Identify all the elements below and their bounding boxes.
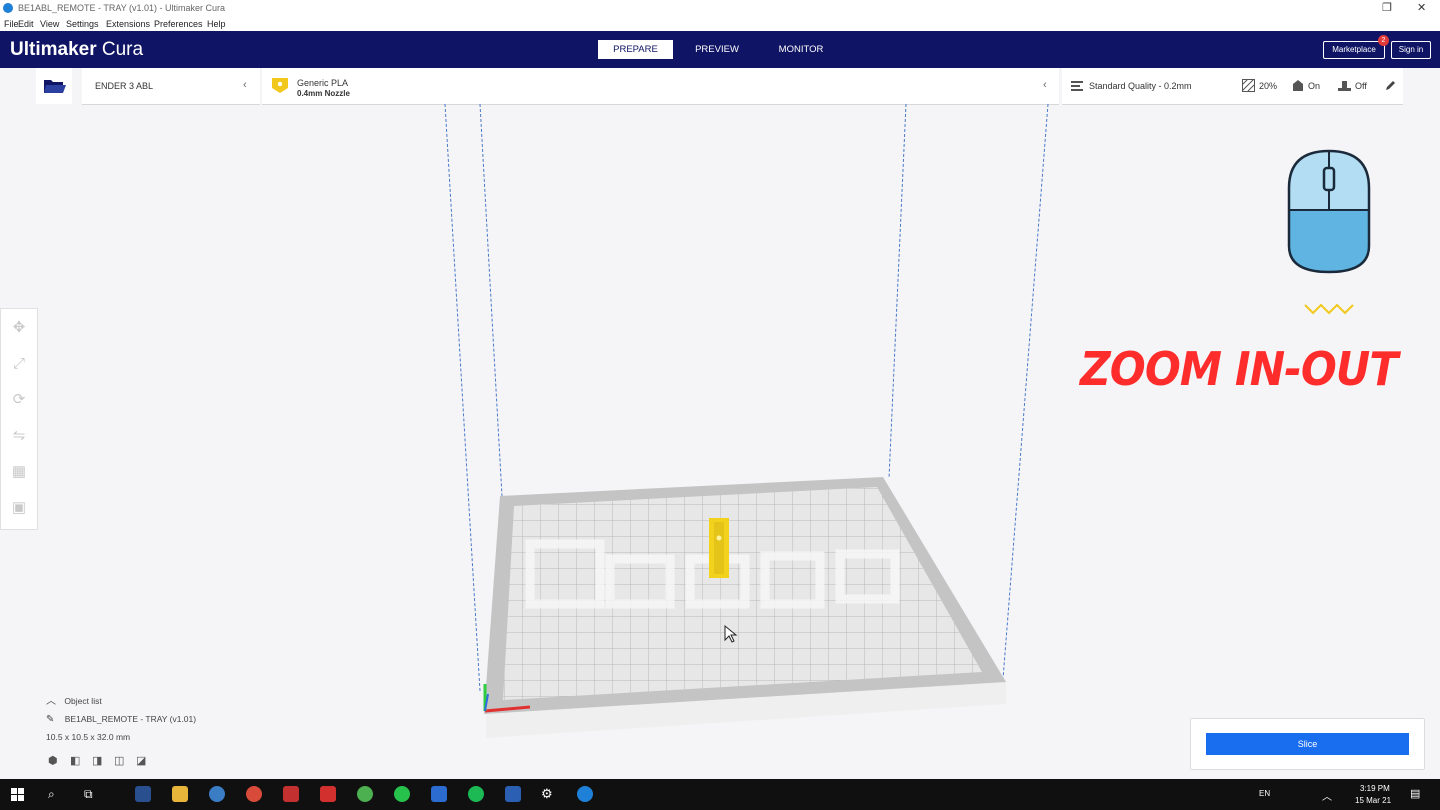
close-icon[interactable]: ✕	[1417, 1, 1426, 14]
mail-icon[interactable]	[431, 786, 447, 802]
network-app-icon[interactable]	[209, 786, 225, 802]
view-left-icon[interactable]: ◫	[114, 754, 124, 767]
object-name: BE1ABL_REMOTE - TRAY (v1.01)	[64, 714, 197, 724]
search-icon[interactable]: ⌕	[48, 787, 55, 802]
extruder-icon	[272, 78, 288, 93]
object-name-row[interactable]: ✎ BE1ABL_REMOTE - TRAY (v1.01)	[46, 714, 246, 725]
line-icon[interactable]	[394, 786, 410, 802]
marketplace-badge: 2	[1378, 35, 1389, 46]
mirror-tool-icon[interactable]: ⇋	[8, 425, 30, 447]
menu-preferences[interactable]: Preferences	[154, 19, 203, 29]
pencil-icon: ✎	[46, 714, 55, 725]
menu-bar: File Edit View Settings Extensions Prefe…	[0, 16, 1440, 31]
edit-pencil-icon[interactable]	[1384, 80, 1396, 92]
cura-taskbar-icon[interactable]	[577, 786, 593, 802]
3d-viewport[interactable]	[0, 104, 1440, 779]
mouse-icon	[1287, 149, 1371, 274]
view-right-icon[interactable]: ◪	[136, 754, 146, 767]
chevron-left-icon[interactable]: ‹	[243, 79, 247, 91]
tab-prepare[interactable]: PREPARE	[598, 40, 673, 59]
print-settings-panel[interactable]: Standard Quality - 0.2mm 20% On Off	[1062, 68, 1403, 105]
cura-app-icon	[3, 3, 13, 13]
photoshop-icon[interactable]	[135, 786, 151, 802]
tab-preview[interactable]: PREVIEW	[684, 40, 750, 59]
material-name: Generic PLA	[297, 78, 349, 88]
word-icon[interactable]	[505, 786, 521, 802]
printer-selector[interactable]: ENDER 3 ABL ‹	[82, 68, 260, 105]
support-icon	[1293, 80, 1303, 91]
adhesion-value: Off	[1355, 81, 1367, 91]
menu-settings[interactable]: Settings	[66, 19, 99, 29]
view-3d-icon[interactable]: ⬢	[48, 754, 58, 767]
adhesion-icon	[1338, 81, 1351, 91]
cura-logo: Ultimaker Cura	[10, 39, 144, 60]
tab-monitor[interactable]: MONITOR	[766, 40, 836, 59]
app-dark-red-icon[interactable]	[283, 786, 299, 802]
per-model-settings-icon[interactable]: ▦	[8, 461, 30, 483]
sign-in-button[interactable]: Sign in	[1391, 41, 1431, 59]
notification-icon[interactable]: ▤	[1410, 787, 1420, 800]
menu-edit[interactable]: Edit	[18, 19, 34, 29]
file-explorer-icon[interactable]	[172, 786, 188, 802]
slice-button[interactable]: Slice	[1206, 733, 1409, 755]
clock-date[interactable]: 15 Mar 21	[1355, 796, 1391, 805]
marketplace-button[interactable]: Marketplace	[1323, 41, 1385, 59]
open-file-button[interactable]	[36, 68, 72, 104]
material-selector[interactable]: Generic PLA 0.4mm Nozzle ‹	[262, 68, 1059, 105]
windows-start-icon[interactable]	[11, 788, 24, 801]
quality-icon	[1071, 81, 1083, 91]
menu-help[interactable]: Help	[207, 19, 226, 29]
infill-value: 20%	[1259, 81, 1278, 91]
windows-taskbar: ⌕ ⧉ ⚙ EN ︿ 3:19 PM 15 Mar 21 ▤	[0, 779, 1440, 810]
rotate-tool-icon[interactable]: ⟳	[8, 389, 30, 411]
task-view-icon[interactable]: ⧉	[84, 787, 93, 802]
object-dimensions: 10.5 x 10.5 x 32.0 mm	[46, 732, 131, 742]
chrome-icon[interactable]	[357, 786, 373, 802]
quality-profile: Standard Quality - 0.2mm	[1089, 81, 1192, 91]
support-value: On	[1308, 81, 1321, 91]
acrobat-icon[interactable]	[320, 786, 336, 802]
menu-extensions[interactable]: Extensions	[106, 19, 150, 29]
spotify-icon[interactable]	[468, 786, 484, 802]
nozzle-size: 0.4mm Nozzle	[297, 89, 350, 98]
support-blocker-icon[interactable]: ▣	[8, 497, 30, 519]
clock-time[interactable]: 3:19 PM	[1360, 784, 1390, 793]
view-top-icon[interactable]: ◨	[92, 754, 102, 767]
menu-file[interactable]: File	[4, 19, 19, 29]
printer-name: ENDER 3 ABL	[95, 81, 154, 91]
folder-icon	[44, 80, 66, 93]
menu-view[interactable]: View	[40, 19, 59, 29]
app-header: Ultimaker Cura PREPARE PREVIEW MONITOR M…	[0, 31, 1440, 68]
restore-icon[interactable]: ❐	[1382, 1, 1392, 14]
chevron-left-icon[interactable]: ‹	[1043, 79, 1047, 91]
chevron-up-icon[interactable]: ︿	[1322, 788, 1332, 803]
slice-panel: Slice	[1190, 718, 1425, 770]
language-indicator[interactable]: EN	[1259, 789, 1270, 798]
zoom-overlay-text: ZOOM IN-OUT	[1080, 342, 1398, 396]
move-tool-icon[interactable]: ✥	[8, 317, 30, 339]
infill-icon	[1242, 79, 1255, 92]
app-red-icon[interactable]	[246, 786, 262, 802]
left-toolbar: ✥ ⤢ ⟳ ⇋ ▦ ▣	[0, 308, 38, 530]
settings-gear-icon[interactable]: ⚙	[541, 786, 553, 802]
chevron-up-icon: ︿	[46, 696, 56, 707]
printed-model[interactable]	[709, 518, 729, 578]
title-bar: BE1ABL_REMOTE - TRAY (v1.01) - Ultimaker…	[0, 0, 1440, 16]
window-title: BE1ABL_REMOTE - TRAY (v1.01) - Ultimaker…	[18, 3, 226, 13]
scale-tool-icon[interactable]: ⤢	[8, 353, 30, 375]
view-front-icon[interactable]: ◧	[70, 754, 80, 767]
object-list-toggle[interactable]: ︿ Object list	[46, 692, 216, 707]
scroll-chevron-icon	[1304, 303, 1354, 315]
